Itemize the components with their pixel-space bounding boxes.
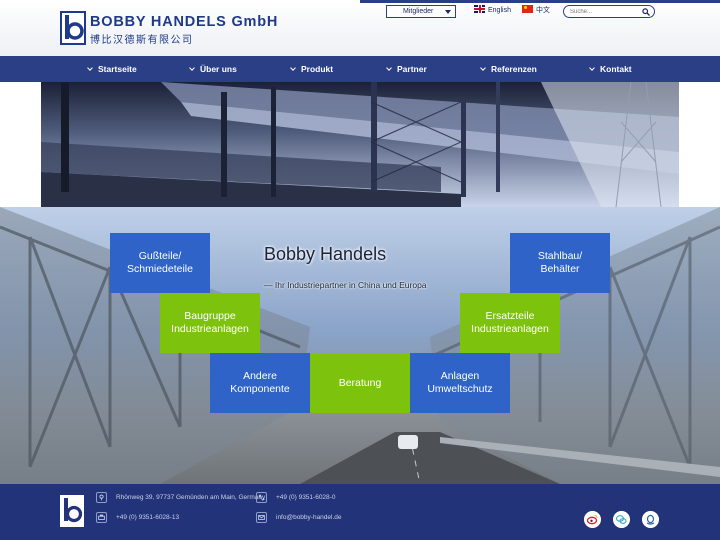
chevron-down-icon — [87, 65, 93, 71]
nav-item-label: Startseite — [98, 64, 137, 74]
tile-baugruppe-industrieanlagen[interactable]: Baugruppe Industrieanlagen — [160, 293, 260, 353]
tile-anlagen-umweltschutz[interactable]: Anlagen Umweltschutz — [410, 353, 510, 413]
chevron-down-icon — [386, 65, 392, 71]
nav-item-kontakt[interactable]: Kontakt — [589, 56, 632, 82]
language-chinese-label: 中文 — [536, 7, 550, 14]
tile-ersatzteile-industrieanlagen[interactable]: Ersatzteile Industrieanlagen — [460, 293, 560, 353]
footer-address: Rhönweg 39, 97737 Gemünden am Main, Germ… — [116, 494, 266, 501]
chevron-down-icon — [589, 65, 595, 71]
tile-andere-komponente[interactable]: Andere Komponente — [210, 353, 310, 413]
nav-item-label: Über uns — [200, 64, 237, 74]
chevron-down-icon — [445, 10, 451, 14]
nav-item-referenzen[interactable]: Referenzen — [480, 56, 537, 82]
nav-item-ueber-uns[interactable]: Über uns — [189, 56, 237, 82]
footer-email[interactable]: info@bobby-handel.de — [276, 514, 342, 521]
search-box — [563, 5, 655, 18]
chevron-down-icon — [189, 65, 195, 71]
hero-subtitle: — Ihr Industriepartner in China und Euro… — [264, 280, 427, 290]
member-dropdown[interactable]: Mitglieder — [386, 5, 456, 18]
fax-icon — [96, 512, 107, 523]
footer-phone[interactable]: +49 (0) 9351-6028-0 — [276, 494, 335, 501]
language-english-label: English — [488, 7, 511, 14]
header-accent-line — [360, 0, 720, 3]
language-english-link[interactable]: English — [474, 5, 511, 17]
brand-name-chinese: 博比汉德斯有限公司 — [90, 35, 194, 46]
tile-beratung[interactable]: Beratung — [310, 353, 410, 413]
footer-fax: +49 (0) 9351-6028-13 — [116, 514, 180, 521]
uk-flag-icon — [474, 5, 485, 14]
china-flag-icon — [522, 5, 533, 14]
nav-item-label: Kontakt — [600, 64, 632, 74]
language-chinese-link[interactable]: 中文 — [522, 5, 550, 17]
search-input[interactable] — [570, 7, 636, 17]
nav-item-partner[interactable]: Partner — [386, 56, 427, 82]
industrial-pipeline-banner — [41, 82, 679, 207]
nav-item-label: Referenzen — [491, 64, 537, 74]
location-pin-icon — [96, 492, 107, 503]
pipeline-photo — [41, 82, 679, 207]
chevron-down-icon — [290, 65, 296, 71]
search-icon[interactable] — [642, 8, 650, 16]
company-logo-icon[interactable] — [60, 11, 86, 45]
member-dropdown-label: Mitglieder — [403, 8, 434, 15]
phone-icon — [256, 492, 267, 503]
chevron-down-icon — [480, 65, 486, 71]
email-icon — [256, 512, 267, 523]
tile-stahlbau-behaelter[interactable]: Stahlbau/ Behälter — [510, 233, 610, 293]
qq-icon[interactable] — [642, 511, 659, 528]
weibo-icon[interactable] — [584, 511, 601, 528]
nav-item-startseite[interactable]: Startseite — [87, 56, 137, 82]
hero-title: Bobby Handels — [264, 244, 387, 264]
nav-item-label: Partner — [397, 64, 427, 74]
main-navigation: Startseite Über uns Produkt Partner Refe… — [0, 56, 720, 82]
site-footer: Rhönweg 39, 97737 Gemünden am Main, Germ… — [0, 484, 720, 540]
nav-item-produkt[interactable]: Produkt — [290, 56, 334, 82]
site-header: BOBBY HANDELS GmbH 博比汉德斯有限公司 Mitglieder … — [0, 0, 720, 56]
wechat-icon[interactable] — [613, 511, 630, 528]
tile-gussteile-schmiedeteile[interactable]: Gußteile/ Schmiedeteile — [110, 233, 210, 293]
nav-item-label: Produkt — [301, 64, 334, 74]
footer-logo-icon[interactable] — [60, 495, 84, 527]
brand-name[interactable]: BOBBY HANDELS GmbH — [90, 14, 278, 30]
hero-section: Bobby Handels — Ihr Industriepartner in … — [0, 207, 720, 484]
